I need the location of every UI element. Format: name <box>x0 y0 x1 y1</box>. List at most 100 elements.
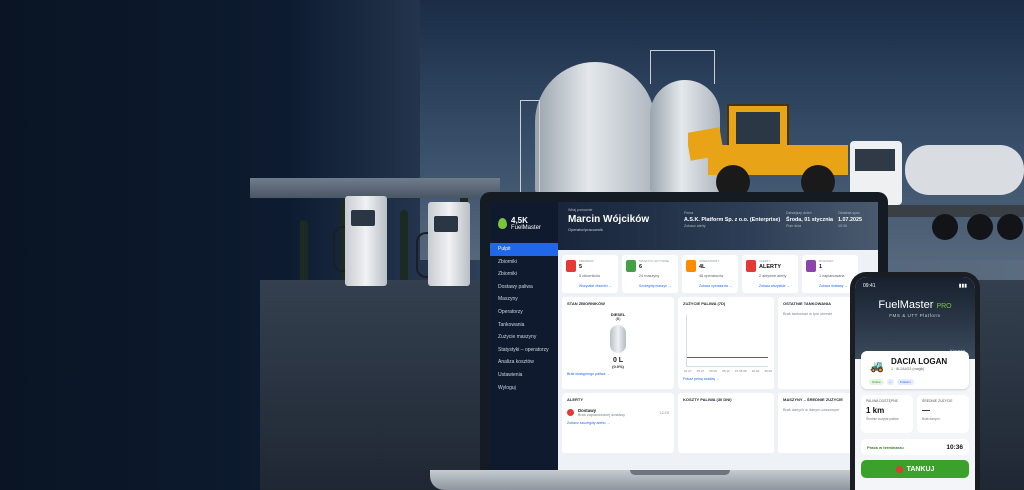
panel-title: KOSZTY PALIWA (30 DNI) <box>683 397 732 402</box>
stat-sub: 24 maszyny <box>639 274 660 278</box>
stat-sub: 5 zbiorników <box>579 274 601 278</box>
stat-card-machines[interactable]: MASZYNY AKTYWNE 6 24 maszyny Szczegóły m… <box>622 255 678 293</box>
stat-sub: 48 operatorów <box>699 274 724 278</box>
tank-railing <box>520 100 540 192</box>
alerts-panel: ALERTY Dostawy Brak zaplanowanej dostawy… <box>562 393 674 453</box>
operator-icon <box>686 260 696 272</box>
sidebar: 4,5K FuelMaster Pulpit Zbiorniki Zbiorni… <box>490 202 558 472</box>
alert-row[interactable]: Dostawy Brak zaplanowanej dostawy 12:19 <box>567 408 669 417</box>
tree <box>300 220 308 280</box>
work-time-label: Praca w terminarzu <box>867 444 904 450</box>
tanks-panel: STAN ZBIORNIKÓW DIESEL (B) 0 L (0.0%) Br… <box>562 297 674 389</box>
alert-link[interactable]: Zobacz szczegóły alertu → <box>567 421 669 425</box>
delivery-icon <box>806 260 816 272</box>
sync-block: Ostatnia sync 1.07.2025 10:36 <box>838 210 862 228</box>
alert-time: 12:19 <box>659 410 669 415</box>
tractor-icon: 🚜 <box>870 361 884 373</box>
stat-value: 1 <box>819 264 823 270</box>
battery-icon: ▮▮▮ <box>958 283 967 289</box>
alert-icon <box>746 260 756 272</box>
work-time-row: Praca w terminarzu 10:36 <box>861 439 969 455</box>
sidebar-item-pulpit[interactable]: Pulpit <box>490 243 558 256</box>
laptop-notch <box>630 470 730 475</box>
work-time-value: 10:36 <box>946 443 963 451</box>
tank-graphic <box>610 325 626 353</box>
day-value: Środa, 01 stycznia <box>786 217 834 223</box>
panels-grid: STAN ZBIORNIKÓW DIESEL (B) 0 L (0.0%) Br… <box>558 297 878 453</box>
machine-icon <box>626 260 636 272</box>
alert-dot-icon <box>567 409 574 416</box>
sidebar-item-operatorzy[interactable]: Operatorzy <box>490 306 558 319</box>
sidebar-item-maszyny[interactable]: Maszyny <box>490 293 558 306</box>
fuel-pump <box>416 202 470 286</box>
stat-link[interactable]: Szczegóły maszyn → <box>639 284 671 288</box>
tank-volume: 0 L <box>612 357 624 364</box>
vehicle-chips: Online • Krótkimi <box>869 379 914 385</box>
app-logo[interactable]: 4,5K FuelMaster <box>490 202 558 243</box>
sidebar-item-zbiorniki-2[interactable]: Zbiorniki <box>490 268 558 281</box>
stat-link[interactable]: Zobacz wszystkie → <box>759 284 790 288</box>
mini-label: PALIWA DOSTĘPNE <box>866 399 898 403</box>
sidebar-item-analiza[interactable]: Analiza kosztów <box>490 356 558 369</box>
chip-dot: • <box>886 379 894 385</box>
x-tick: 05.06 <box>709 369 717 373</box>
stat-card-operators[interactable]: OPERATORZY 4L 48 operatorów Zobacz opera… <box>682 255 738 293</box>
welcome-banner: Witaj ponownie Marcin Wójcików Operator/… <box>558 202 878 250</box>
phone-stats: PALIWA DOSTĘPNE 1 km Średnie zużycie pal… <box>861 395 969 433</box>
x-axis: 01.27 03.27 05.06 05.12 15.05.06 20.06 3… <box>684 369 772 373</box>
stat-link[interactable]: Zobacz operatorów → <box>699 284 732 288</box>
stat-value: 5 <box>579 264 583 270</box>
x-tick: 15.05.06 <box>734 369 747 373</box>
sidebar-item-tankowania[interactable]: Tankowania <box>490 319 558 332</box>
sidebar-item-zuzycie[interactable]: Zużycie maszyny <box>490 331 558 344</box>
mini-card-usage: ŚREDNIE ZUŻYCIE — Brak danych <box>917 395 969 433</box>
sidebar-item-zbiorniki[interactable]: Zbiorniki <box>490 256 558 269</box>
x-tick: 05.12 <box>722 369 730 373</box>
logo-text: FuelMaster <box>511 225 542 231</box>
phone-header: 09:41 ▮▮▮ FuelMaster PRO FMS & UTT Platf… <box>855 277 975 359</box>
company-block: Firma A.S.K. Platform Sp. z o.o. (Enterp… <box>684 210 780 228</box>
x-tick: 03.27 <box>696 369 705 373</box>
chip-online: Online <box>869 379 884 385</box>
stat-link[interactable]: Zobacz dostawy → <box>819 284 848 288</box>
phone-app-subtitle: FMS & UTT Platform <box>889 313 941 318</box>
fuel-drop-icon <box>498 218 507 229</box>
mini-sub: Średnie zużycie paliwa <box>866 417 899 421</box>
stat-label: ZBIORNIKI <box>579 259 595 263</box>
stat-link[interactable]: Wszystkie zbiorniki → <box>579 284 612 288</box>
chip-status: Krótkimi <box>896 379 914 385</box>
panel-title: ZUŻYCIE PALIWA (7D) <box>683 301 726 306</box>
company-sub[interactable]: Zobacz alerty <box>684 224 780 228</box>
storage-tank <box>535 62 655 194</box>
phone-frame: 09:41 ▮▮▮ FuelMaster PRO FMS & UTT Platf… <box>850 272 980 490</box>
status-bar: 09:41 ▮▮▮ <box>863 283 967 289</box>
tree <box>400 210 408 280</box>
vehicle-card[interactable]: 🚜 DACIA LOGAN 1 · 8L2A4G3 (magik) Online… <box>861 351 969 389</box>
stat-value: 4L <box>699 264 706 270</box>
station-canopy <box>250 178 500 198</box>
usage-link[interactable]: Pokaż pełną analizę → <box>683 377 720 381</box>
stat-value: 6 <box>639 264 643 270</box>
stat-sub: 1 zaplanowana <box>819 274 845 278</box>
refuel-button[interactable]: TANKUJ <box>861 460 969 478</box>
x-tick: 20.06 <box>751 369 760 373</box>
stat-label: DOSTAWY <box>819 259 834 263</box>
mini-label: ŚREDNIE ZUŻYCIE <box>922 399 953 403</box>
tank-link[interactable]: Brak dostępnego paliwa → <box>567 372 669 376</box>
stat-cards: ZBIORNIKI 5 5 zbiorników Wszystkie zbior… <box>558 250 878 297</box>
mini-value: — <box>922 406 930 415</box>
tank-id: (B) <box>615 317 621 321</box>
sidebar-item-statystyki[interactable]: Statystyki – operatorzy <box>490 344 558 357</box>
sidebar-item-ustawienia[interactable]: Ustawienia <box>490 369 558 382</box>
sidebar-item-dostawy[interactable]: Dostawy paliwa <box>490 281 558 294</box>
stat-card-tanks[interactable]: ZBIORNIKI 5 5 zbiorników Wszystkie zbior… <box>562 255 618 293</box>
sync-label: Ostatnia sync <box>838 211 860 215</box>
tank-icon <box>566 260 576 272</box>
sidebar-item-wyloguj[interactable]: Wyloguj <box>490 382 558 395</box>
day-label: Dzisiejszy dzień <box>786 211 812 215</box>
phone-app-title: FuelMaster PRO <box>878 299 952 311</box>
fuel-pin-icon <box>895 465 903 473</box>
tank-railing <box>650 50 715 84</box>
pro-badge: PRO <box>936 303 952 310</box>
stat-card-alerts[interactable]: ALERTY ALERTY 2 aktywne alerty Zobacz ws… <box>742 255 798 293</box>
